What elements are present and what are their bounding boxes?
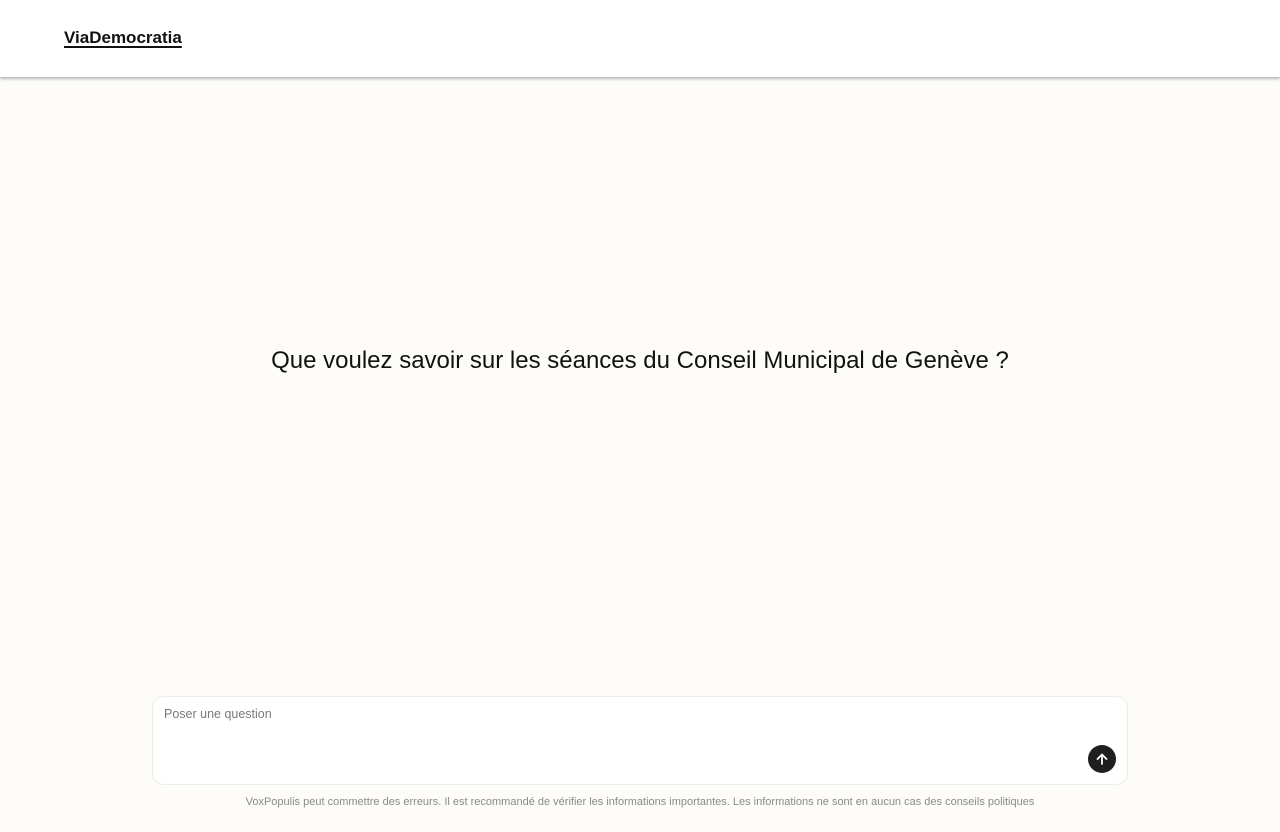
question-input[interactable] [164, 707, 1064, 775]
send-button[interactable] [1088, 745, 1116, 773]
question-composer [152, 696, 1128, 785]
welcome-heading: Que voulez savoir sur les séances du Con… [271, 347, 1009, 374]
arrow-up-icon [1094, 751, 1110, 767]
logo-link[interactable]: ViaDemocratia [64, 28, 182, 48]
chat-main-area: Que voulez savoir sur les séances du Con… [0, 77, 1280, 832]
top-header: ViaDemocratia [0, 0, 1280, 77]
disclaimer-text: VoxPopulis peut commettre des erreurs. I… [245, 796, 1035, 808]
